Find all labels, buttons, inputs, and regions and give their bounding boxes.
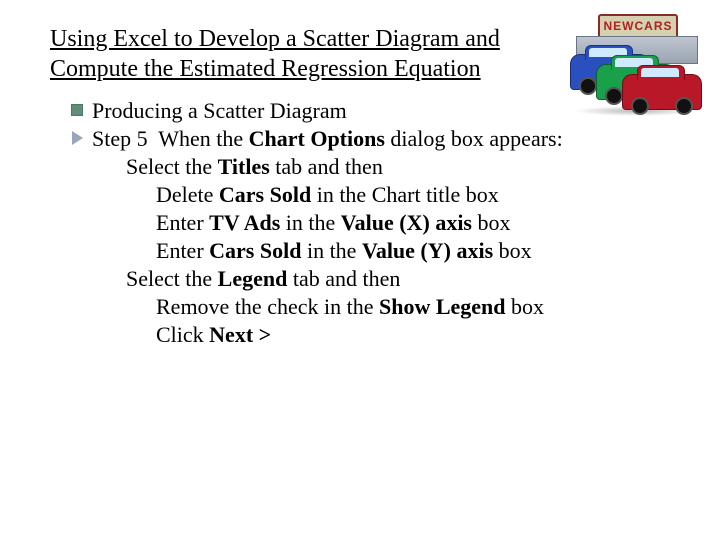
yaxis-row: Enter Cars Sold in the Value (Y) axis bo… <box>62 238 670 264</box>
xaxis-row: Enter TV Ads in the Value (X) axis box <box>62 210 670 236</box>
triangle-icon <box>62 126 92 145</box>
click-next-row: Click Next > <box>62 322 670 348</box>
step5-text: Step 5 When the Chart Options dialog box… <box>92 126 563 152</box>
xaxis-text: Enter TV Ads in the Value (X) axis box <box>156 210 511 236</box>
click-next-text: Click Next > <box>156 322 271 348</box>
newcars-illustration: NEWCARS <box>570 14 702 110</box>
bullet-icon <box>62 98 92 116</box>
title-line-2: Compute the Estimated Regression Equatio… <box>50 56 481 82</box>
slide-body: Producing a Scatter Diagram Step 5 When … <box>50 98 670 348</box>
remove-check-row: Remove the check in the Show Legend box <box>62 294 670 320</box>
yaxis-text: Enter Cars Sold in the Value (Y) axis bo… <box>156 238 532 264</box>
step5-row: Step 5 When the Chart Options dialog box… <box>62 126 670 152</box>
titles-tab-row: Select the Titles tab and then <box>62 154 670 180</box>
title-line-1: Using Excel to Develop a Scatter Diagram… <box>50 26 500 52</box>
titles-tab-text: Select the Titles tab and then <box>126 154 383 180</box>
delete-row: Delete Cars Sold in the Chart title box <box>62 182 670 208</box>
slide-title: Using Excel to Develop a Scatter Diagram… <box>50 24 570 84</box>
car-red <box>622 74 702 110</box>
producing-text: Producing a Scatter Diagram <box>92 98 347 124</box>
legend-tab-row: Select the Legend tab and then <box>62 266 670 292</box>
remove-check-text: Remove the check in the Show Legend box <box>156 294 544 320</box>
delete-text: Delete Cars Sold in the Chart title box <box>156 182 499 208</box>
legend-tab-text: Select the Legend tab and then <box>126 266 400 292</box>
